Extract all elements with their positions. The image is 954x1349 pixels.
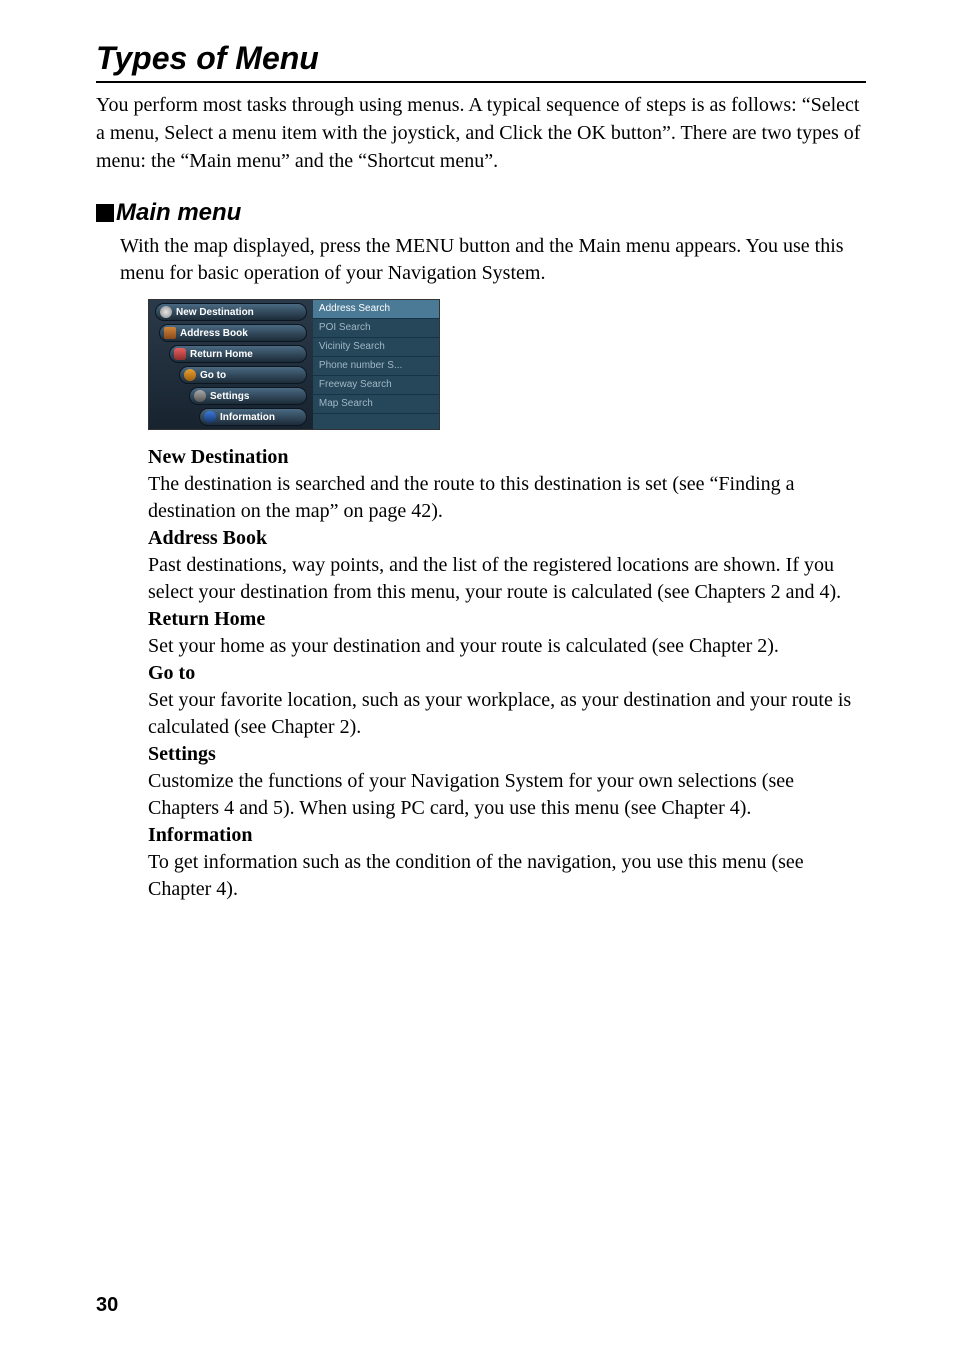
compass-icon	[160, 306, 172, 318]
def-desc: Customize the functions of your Navigati…	[148, 768, 866, 822]
def-term: Settings	[148, 741, 866, 768]
def-desc: To get information such as the condition…	[148, 849, 866, 903]
def-desc: Set your home as your destination and yo…	[148, 633, 866, 660]
intro-paragraph: You perform most tasks through using men…	[96, 91, 866, 175]
submenu-item: Map Search	[313, 395, 439, 414]
definitions: New Destination The destination is searc…	[148, 444, 866, 903]
menu-btn-go-to: Go to	[179, 366, 307, 384]
gear-icon	[194, 390, 206, 402]
menu-btn-settings: Settings	[189, 387, 307, 405]
page-number: 30	[96, 1294, 118, 1317]
main-menu-screenshot: New Destination Address Book Return Home…	[148, 299, 440, 430]
menu-label: New Destination	[176, 307, 254, 318]
def-term: Information	[148, 822, 866, 849]
submenu-item: Address Search	[313, 300, 439, 319]
section-intro: With the map displayed, press the MENU b…	[120, 233, 866, 287]
menu-label: Settings	[210, 391, 249, 402]
submenu-item: Vicinity Search	[313, 338, 439, 357]
def-term: Address Book	[148, 525, 866, 552]
submenu-item: Phone number S...	[313, 357, 439, 376]
submenu-item: POI Search	[313, 319, 439, 338]
home-icon	[174, 348, 186, 360]
def-term: Return Home	[148, 606, 866, 633]
menu-label: Go to	[200, 370, 226, 381]
def-term: Go to	[148, 660, 866, 687]
def-desc: Set your favorite location, such as your…	[148, 687, 866, 741]
bullet-square-icon	[96, 204, 114, 222]
def-desc: Past destinations, way points, and the l…	[148, 552, 866, 606]
section-heading-text: Main menu	[116, 199, 241, 227]
menu-btn-information: Information	[199, 408, 307, 426]
submenu-item: Freeway Search	[313, 376, 439, 395]
def-term: New Destination	[148, 444, 866, 471]
menu-label: Address Book	[180, 328, 248, 339]
menu-label: Return Home	[190, 349, 253, 360]
menu-btn-return-home: Return Home	[169, 345, 307, 363]
menu-btn-new-destination: New Destination	[155, 303, 307, 321]
info-icon	[204, 411, 216, 423]
page: Types of Menu You perform most tasks thr…	[0, 0, 954, 1349]
menu-btn-address-book: Address Book	[159, 324, 307, 342]
book-icon	[164, 327, 176, 339]
menu-label: Information	[220, 412, 275, 423]
section-heading: Main menu	[96, 199, 866, 227]
def-desc: The destination is searched and the rout…	[148, 471, 866, 525]
page-title: Types of Menu	[96, 40, 866, 83]
go-icon	[184, 369, 196, 381]
